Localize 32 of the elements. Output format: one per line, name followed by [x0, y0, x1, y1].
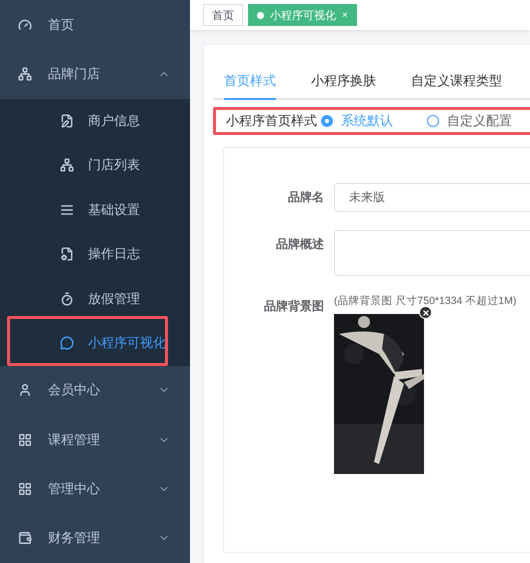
dot-icon	[257, 12, 264, 18]
close-icon	[422, 308, 430, 316]
wallet-icon	[18, 531, 32, 546]
field-label: 品牌名	[287, 189, 324, 206]
chat-bubbles-icon	[60, 336, 74, 350]
menu-icon	[60, 202, 74, 217]
document-gear-icon	[60, 247, 74, 262]
tab[interactable]: 小程序换肤	[311, 67, 376, 100]
sidebar-item[interactable]: 基础设置	[0, 188, 190, 232]
radio-button[interactable]	[321, 115, 333, 127]
field-label: 品牌背景图	[263, 298, 324, 315]
sidebar-item[interactable]: 操作日志	[0, 232, 190, 277]
stopwatch-icon	[60, 292, 74, 306]
gauge-icon	[18, 18, 32, 32]
document-edit-icon	[60, 114, 74, 128]
remove-button[interactable]	[419, 306, 432, 319]
user-icon	[18, 383, 32, 398]
hierarchy-icon	[60, 158, 74, 172]
radio-button[interactable]	[427, 115, 439, 127]
sidebar-item[interactable]: 门店列表	[0, 143, 190, 188]
radio-group-label: 小程序首页样式	[226, 112, 317, 130]
input-field[interactable]: 未来版	[334, 183, 530, 212]
radio-option[interactable]: 自定义配置	[427, 112, 512, 130]
hierarchy-icon	[18, 67, 32, 82]
grid-icon	[18, 482, 32, 496]
grid-icon	[18, 432, 32, 447]
sidebar-item[interactable]: 放假管理	[0, 276, 190, 322]
hint-text: (品牌背景图 尺寸750*1334 不超过1M)	[334, 294, 516, 308]
field-label: 品牌概述	[275, 236, 324, 253]
page-tag[interactable]: 首页	[203, 4, 243, 26]
tab[interactable]: 自定义课程类型	[411, 67, 502, 100]
sidebar-item[interactable]: 商户信息	[0, 98, 190, 144]
